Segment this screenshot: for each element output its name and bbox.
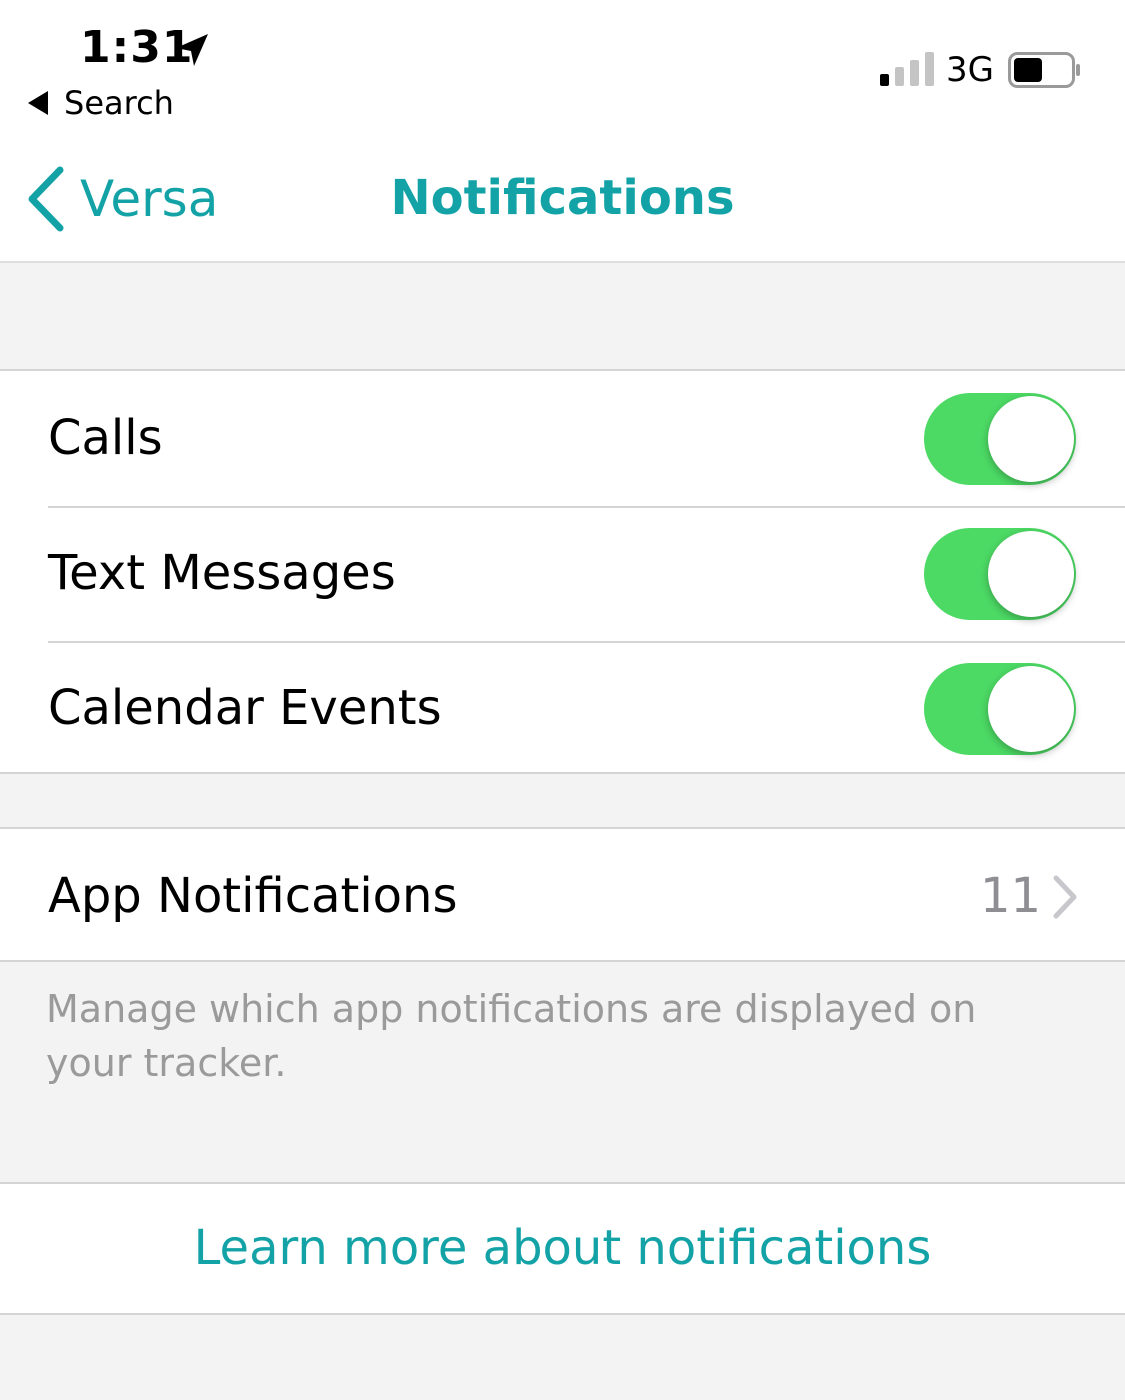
toggle-row-calendar-events: Calendar Events xyxy=(0,641,1125,776)
app-notifications-count: 11 xyxy=(980,868,1042,924)
calls-toggle[interactable] xyxy=(924,393,1076,485)
calendar-events-toggle[interactable] xyxy=(924,663,1076,755)
back-triangle-icon xyxy=(28,91,48,115)
back-app-label: Search xyxy=(64,84,174,122)
chevron-right-icon xyxy=(1053,875,1077,919)
back-to-search-button[interactable]: Search xyxy=(28,84,174,122)
battery-icon xyxy=(1008,52,1080,88)
toggle-knob xyxy=(988,666,1074,752)
top-bar: 1:31 Search 3G Versa Notifications xyxy=(0,0,1125,263)
screen: 1:31 Search 3G Versa Notifications Calls… xyxy=(0,0,1125,1400)
notification-toggles-group: Calls Text Messages Calendar Events xyxy=(0,369,1125,774)
toggle-label: Calls xyxy=(48,410,163,466)
toggle-label: Text Messages xyxy=(48,545,396,601)
signal-strength-icon xyxy=(880,52,934,86)
toggle-row-text-messages: Text Messages xyxy=(0,506,1125,641)
toggle-knob xyxy=(988,531,1074,617)
learn-more-row: Learn more about notifications xyxy=(0,1182,1125,1315)
page-title: Notifications xyxy=(390,170,735,226)
toggle-label: Calendar Events xyxy=(48,680,442,736)
app-notifications-footnote: Manage which app notifications are displ… xyxy=(46,987,977,1085)
app-notifications-row[interactable]: App Notifications 11 xyxy=(0,827,1125,962)
text-messages-toggle[interactable] xyxy=(924,528,1076,620)
network-type: 3G xyxy=(946,50,994,90)
learn-more-link[interactable]: Learn more about notifications xyxy=(0,1184,1125,1313)
location-arrow-icon xyxy=(176,34,208,66)
app-notifications-label: App Notifications xyxy=(48,868,458,924)
toggle-knob xyxy=(988,396,1074,482)
toggle-row-calls: Calls xyxy=(0,371,1125,506)
